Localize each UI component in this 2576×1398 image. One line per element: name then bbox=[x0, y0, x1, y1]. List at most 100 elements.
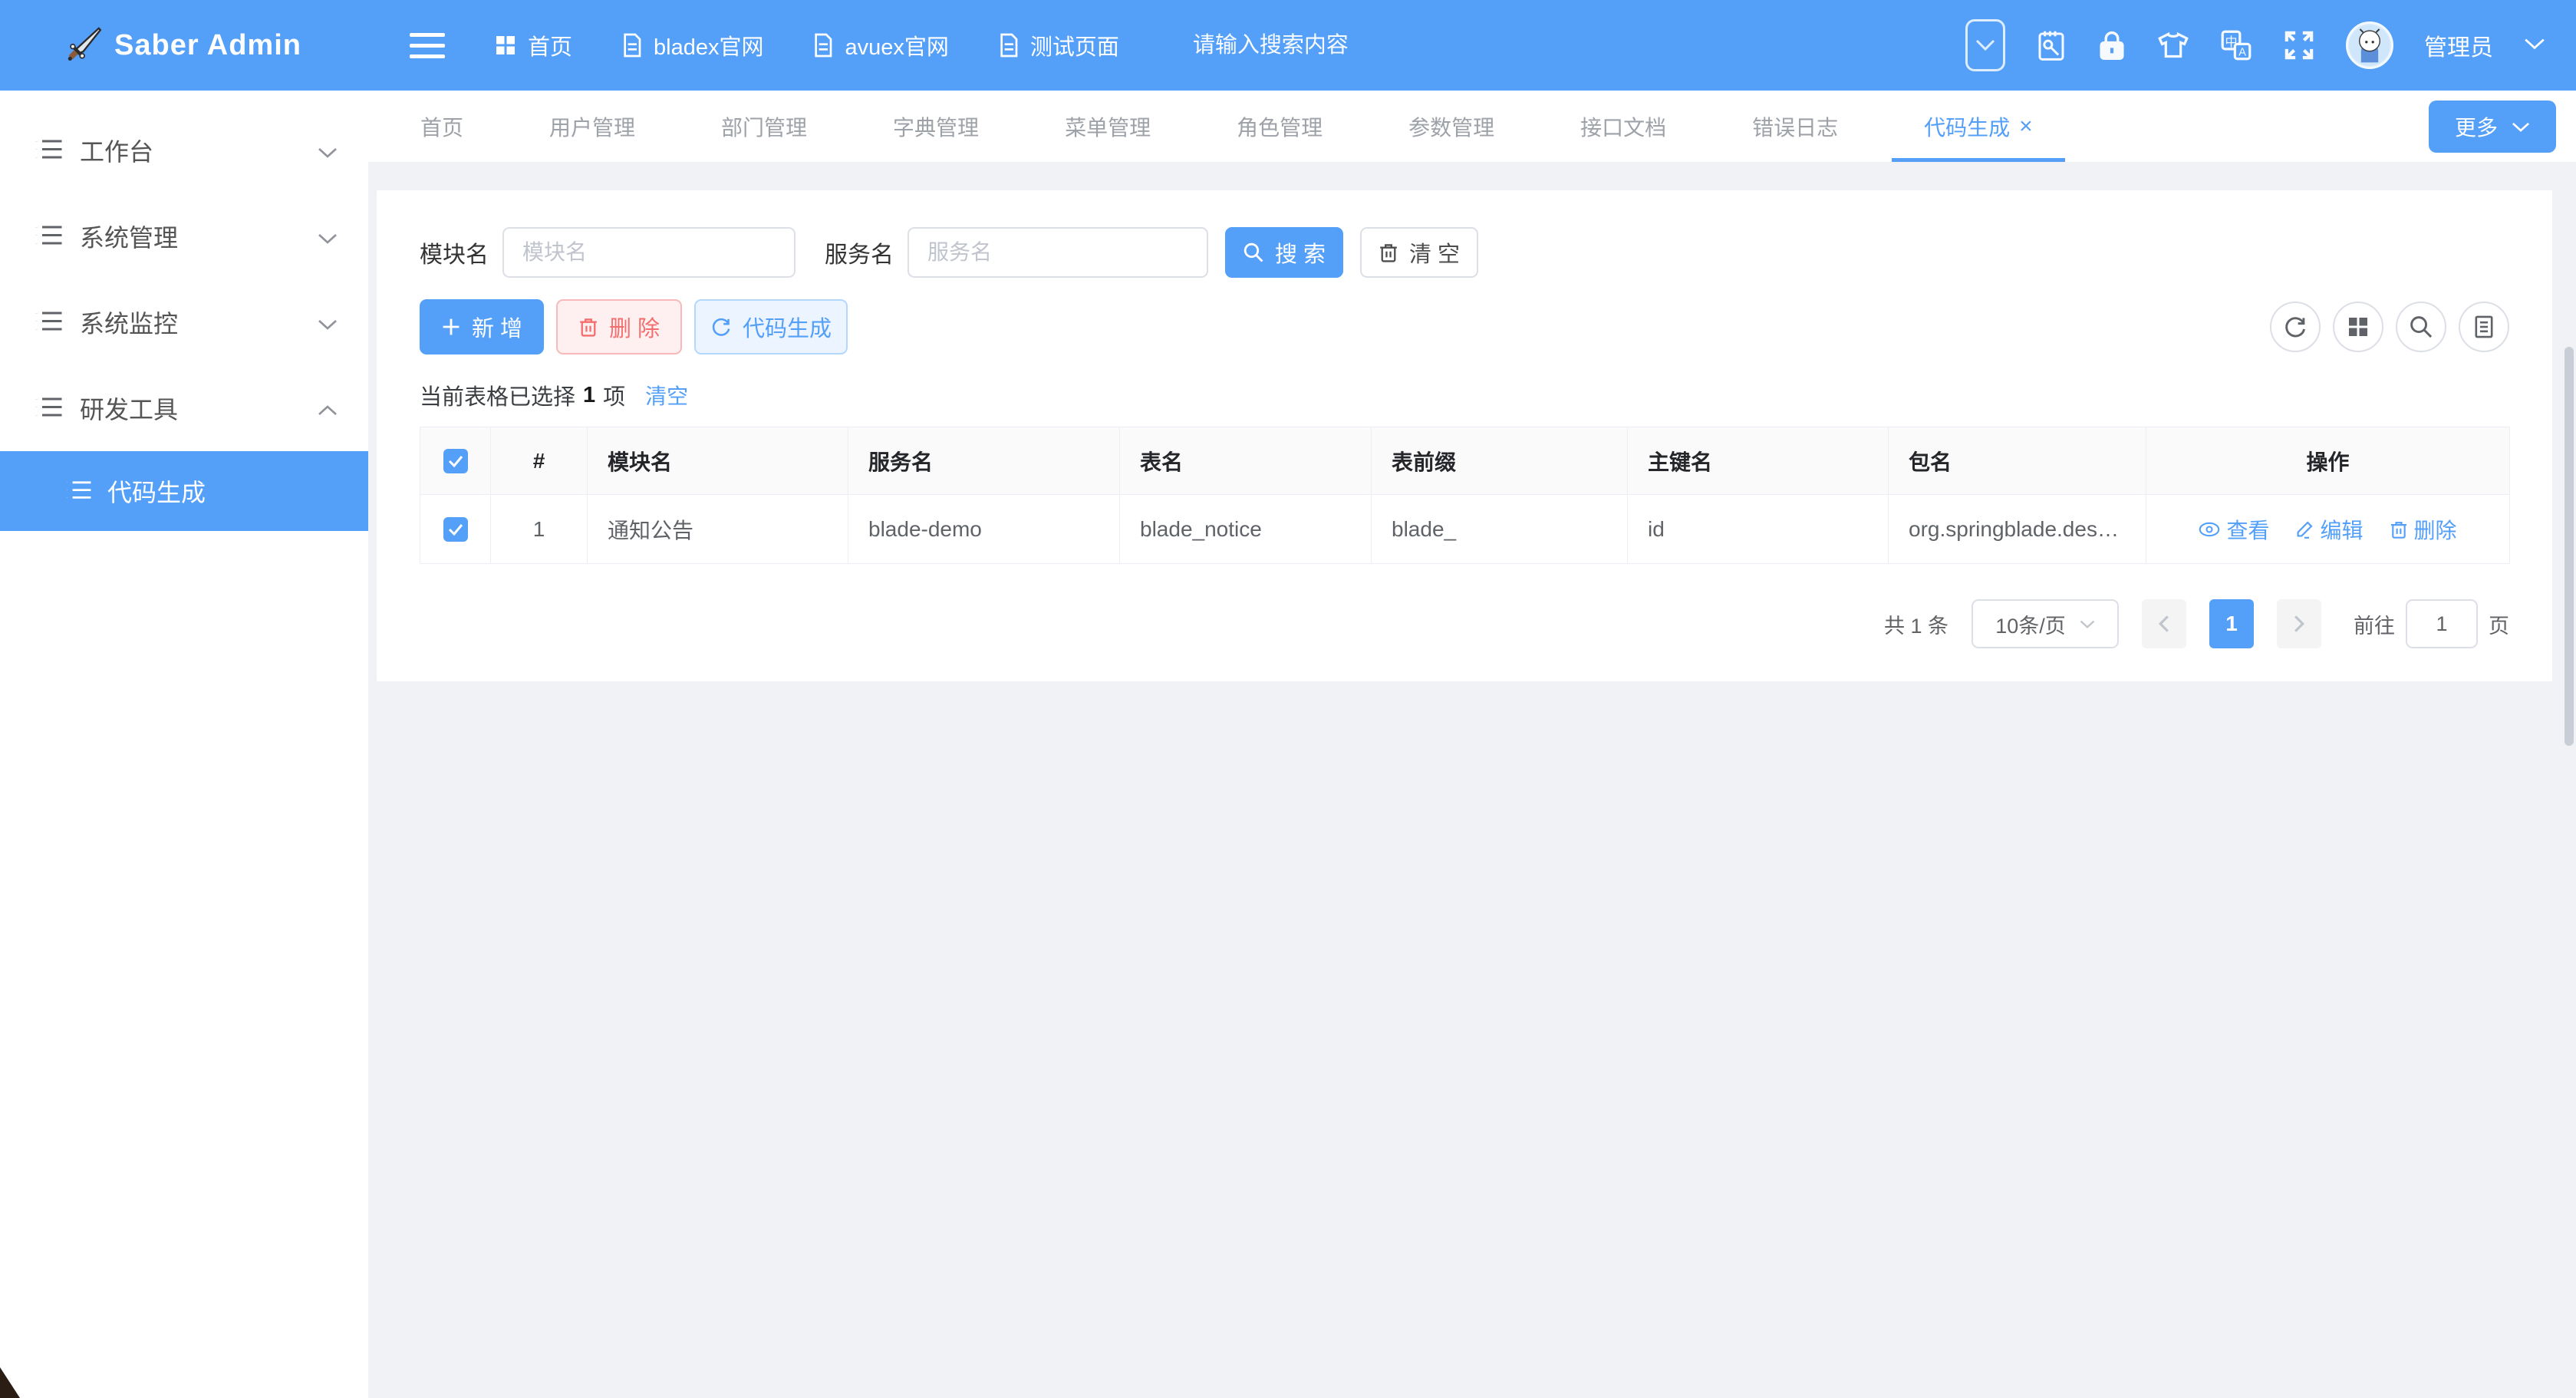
action-row: 新 增 删 除 代码生成 bbox=[420, 299, 2509, 354]
select-all-checkbox[interactable] bbox=[443, 449, 468, 473]
prev-page-button[interactable] bbox=[2142, 599, 2186, 648]
column-header-module: 模块名 bbox=[588, 427, 848, 495]
tab-item[interactable]: 角色管理 bbox=[1194, 91, 1365, 162]
topnav-item-test-page[interactable]: 测试页面 bbox=[998, 29, 1119, 61]
sidebar-item-system-mgmt[interactable]: 系统管理 bbox=[0, 193, 368, 279]
refresh-button[interactable] bbox=[2270, 302, 2321, 352]
tab-item[interactable]: 错误日志 bbox=[1709, 91, 1881, 162]
scrollbar-thumb[interactable] bbox=[2564, 347, 2574, 746]
cell-package: org.springblade.desk... bbox=[1889, 495, 2146, 564]
user-name[interactable]: 管理员 bbox=[2424, 28, 2493, 62]
document-lines-icon bbox=[2472, 315, 2495, 339]
lock-screen-button[interactable] bbox=[2097, 29, 2126, 61]
cell-pk: id bbox=[1628, 495, 1889, 564]
delete-link[interactable]: 删除 bbox=[2390, 514, 2457, 545]
tab-item[interactable]: 接口文档 bbox=[1537, 91, 1709, 162]
code-generate-button[interactable]: 代码生成 bbox=[694, 299, 848, 354]
log-view-button[interactable] bbox=[2459, 302, 2509, 352]
content-area: 模块名 服务名 搜 索 清 空 bbox=[368, 163, 2576, 1398]
sidebar-item-dev-tools[interactable]: 研发工具 bbox=[0, 365, 368, 451]
document-icon bbox=[998, 33, 1020, 58]
search-toggle-button[interactable] bbox=[2396, 302, 2446, 352]
topnav-item-home[interactable]: 首页 bbox=[494, 29, 572, 61]
pencil-icon bbox=[2295, 520, 2314, 539]
collapse-panel-button[interactable] bbox=[1965, 19, 2005, 71]
refresh-icon bbox=[2283, 315, 2308, 339]
search-button[interactable]: 搜 索 bbox=[1225, 227, 1343, 278]
sidebar-item-label: 代码生成 bbox=[107, 473, 206, 509]
theme-button[interactable] bbox=[2157, 30, 2189, 61]
app-title: Saber Admin bbox=[114, 29, 301, 62]
chevron-left-icon bbox=[2158, 615, 2170, 633]
edit-link[interactable]: 编辑 bbox=[2295, 514, 2363, 545]
chevron-down-icon bbox=[1975, 39, 1995, 51]
topnav-item-avuex-site[interactable]: avuex官网 bbox=[812, 29, 948, 61]
data-table: # 模块名 服务名 表名 表前缀 主键名 包名 操作 bbox=[420, 427, 2510, 564]
page-size-select[interactable]: 10条/页 bbox=[1972, 599, 2119, 648]
tabs-more-button[interactable]: 更多 bbox=[2429, 101, 2556, 153]
table-header-row: # 模块名 服务名 表名 表前缀 主键名 包名 操作 bbox=[420, 427, 2510, 495]
view-link[interactable]: 查看 bbox=[2199, 514, 2269, 545]
language-button[interactable]: 中 A bbox=[2220, 29, 2252, 61]
chevron-down-icon bbox=[318, 137, 338, 165]
top-bar: 首页 bladex官网 avuex官网 测试页面 bbox=[368, 0, 2576, 91]
sidebar-item-code-generation[interactable]: 代码生成 bbox=[0, 451, 368, 531]
sidebar-item-workbench[interactable]: 工作台 bbox=[0, 107, 368, 193]
next-page-button[interactable] bbox=[2277, 599, 2321, 648]
sidebar-item-label: 系统监控 bbox=[80, 305, 178, 340]
grid-icon bbox=[2347, 315, 2370, 338]
eye-icon bbox=[2199, 521, 2220, 538]
column-header-pk: 主键名 bbox=[1628, 427, 1889, 495]
module-name-input[interactable] bbox=[502, 227, 796, 278]
goto-page-input[interactable] bbox=[2406, 599, 2478, 648]
user-avatar[interactable] bbox=[2346, 21, 2393, 69]
trash-icon bbox=[2390, 519, 2408, 539]
tab-close-icon[interactable]: × bbox=[2019, 115, 2033, 138]
delete-button[interactable]: 删 除 bbox=[556, 299, 682, 354]
page-unit-label: 页 bbox=[2489, 609, 2509, 639]
selection-info: 当前表格已选择 1 项 清空 bbox=[420, 379, 2509, 411]
tab-item[interactable]: 首页 bbox=[377, 91, 506, 162]
corner-decoration bbox=[0, 1367, 20, 1398]
selection-count: 1 bbox=[583, 383, 595, 408]
user-menu-chevron-icon[interactable] bbox=[2524, 37, 2545, 54]
chevron-down-icon bbox=[318, 223, 338, 251]
plus-icon bbox=[441, 317, 461, 337]
global-search-input[interactable] bbox=[1193, 33, 1523, 58]
fullscreen-button[interactable] bbox=[2283, 29, 2315, 61]
tab-item[interactable]: 菜单管理 bbox=[1022, 91, 1194, 162]
check-icon bbox=[448, 523, 463, 536]
sidebar: Saber Admin 工作台 系统管理 系统监控 研发工具 bbox=[0, 0, 368, 1398]
lock-icon bbox=[2097, 29, 2126, 61]
selection-suffix: 项 bbox=[603, 379, 625, 411]
main-area: 首页 bladex官网 avuex官网 测试页面 bbox=[368, 0, 2576, 1398]
check-icon bbox=[448, 455, 463, 467]
topnav-item-bladex-site[interactable]: bladex官网 bbox=[621, 29, 763, 61]
selection-clear-link[interactable]: 清空 bbox=[645, 380, 688, 410]
column-header-service: 服务名 bbox=[848, 427, 1120, 495]
column-header-ops: 操作 bbox=[2146, 427, 2510, 495]
sidebar-menu: 工作台 系统管理 系统监控 研发工具 代码生成 bbox=[0, 91, 368, 1398]
tab-item[interactable]: 字典管理 bbox=[850, 91, 1022, 162]
list-icon bbox=[35, 139, 63, 162]
column-settings-button[interactable] bbox=[2333, 302, 2383, 352]
service-name-input[interactable] bbox=[908, 227, 1208, 278]
sidebar-item-system-monitor[interactable]: 系统监控 bbox=[0, 279, 368, 365]
table-row[interactable]: 1 通知公告 blade-demo blade_notice blade_ id… bbox=[420, 495, 2510, 564]
tab-item[interactable]: 部门管理 bbox=[678, 91, 850, 162]
chevron-up-icon bbox=[318, 394, 338, 423]
tab-item-active[interactable]: 代码生成 × bbox=[1881, 91, 2076, 162]
add-button[interactable]: 新 增 bbox=[420, 299, 544, 354]
page-number-1[interactable]: 1 bbox=[2209, 599, 2254, 648]
selection-prefix: 当前表格已选择 bbox=[420, 379, 575, 411]
trash-icon bbox=[1379, 242, 1398, 263]
tab-item[interactable]: 参数管理 bbox=[1365, 91, 1537, 162]
collapse-sidebar-button[interactable] bbox=[410, 33, 445, 58]
row-checkbox[interactable] bbox=[443, 517, 468, 542]
clear-filters-button[interactable]: 清 空 bbox=[1360, 227, 1478, 278]
tab-item[interactable]: 用户管理 bbox=[506, 91, 678, 162]
list-icon bbox=[66, 480, 92, 502]
tab-bar: 首页 用户管理 部门管理 字典管理 菜单管理 角色管理 参数管理 接口文档 错误… bbox=[368, 91, 2576, 163]
goto-label: 前往 bbox=[2354, 609, 2395, 639]
debug-tools-button[interactable] bbox=[2036, 28, 2067, 62]
